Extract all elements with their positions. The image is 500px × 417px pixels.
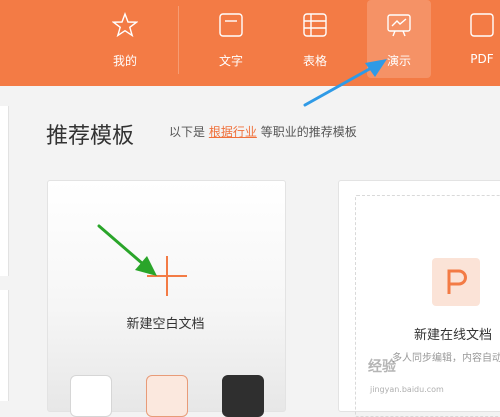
- watermark-logo: 经验: [368, 359, 396, 375]
- tab-text[interactable]: 文字: [199, 0, 263, 78]
- left-panel-lower: [0, 290, 9, 401]
- document-icon: [219, 13, 243, 37]
- tab-mine-label: 我的: [112, 54, 137, 68]
- presentation-icon: [387, 14, 411, 37]
- tab-presentation[interactable]: 演示: [367, 0, 431, 78]
- tab-table[interactable]: 表格: [283, 0, 347, 78]
- template-subtitle: 以下是 根据行业 等职业的推荐模板: [169, 123, 357, 140]
- star-icon: [112, 12, 138, 38]
- tab-pdf-label: PDF: [470, 52, 494, 66]
- tab-table-label: 表格: [302, 54, 327, 68]
- p-letter-icon: [447, 269, 467, 294]
- new-online-document-area[interactable]: [355, 195, 500, 417]
- watermark-url: jingyan.baidu.com: [370, 385, 444, 394]
- tab-mine[interactable]: 我的: [93, 0, 157, 78]
- page-title: 推荐模板: [46, 124, 135, 149]
- subtitle-suffix: 等职业的推荐模板: [260, 125, 357, 139]
- industry-link[interactable]: 根据行业: [209, 125, 257, 139]
- new-blank-document-label: 新建空白文档: [126, 317, 205, 332]
- online-presentation-logo: [432, 258, 480, 306]
- online-document-description: 多人同步编辑，内容自动: [392, 353, 500, 364]
- pdf-icon: [470, 13, 494, 37]
- peach-theme-swatch[interactable]: [146, 375, 188, 417]
- left-panel: [0, 106, 9, 276]
- white-theme-swatch[interactable]: [70, 375, 112, 417]
- top-toolbar: 我的 文字 表格 演示 PDF: [0, 0, 500, 86]
- table-icon: [303, 13, 327, 37]
- tab-text-label: 文字: [218, 54, 243, 68]
- new-online-document-label: 新建在线文档: [414, 328, 493, 343]
- toolbar-divider: [178, 6, 179, 74]
- subtitle-prefix: 以下是: [169, 125, 206, 139]
- plus-icon[interactable]: [147, 256, 187, 296]
- dark-theme-swatch[interactable]: [222, 375, 264, 417]
- tab-pdf[interactable]: PDF: [450, 0, 500, 78]
- tab-presentation-label: 演示: [386, 54, 411, 68]
